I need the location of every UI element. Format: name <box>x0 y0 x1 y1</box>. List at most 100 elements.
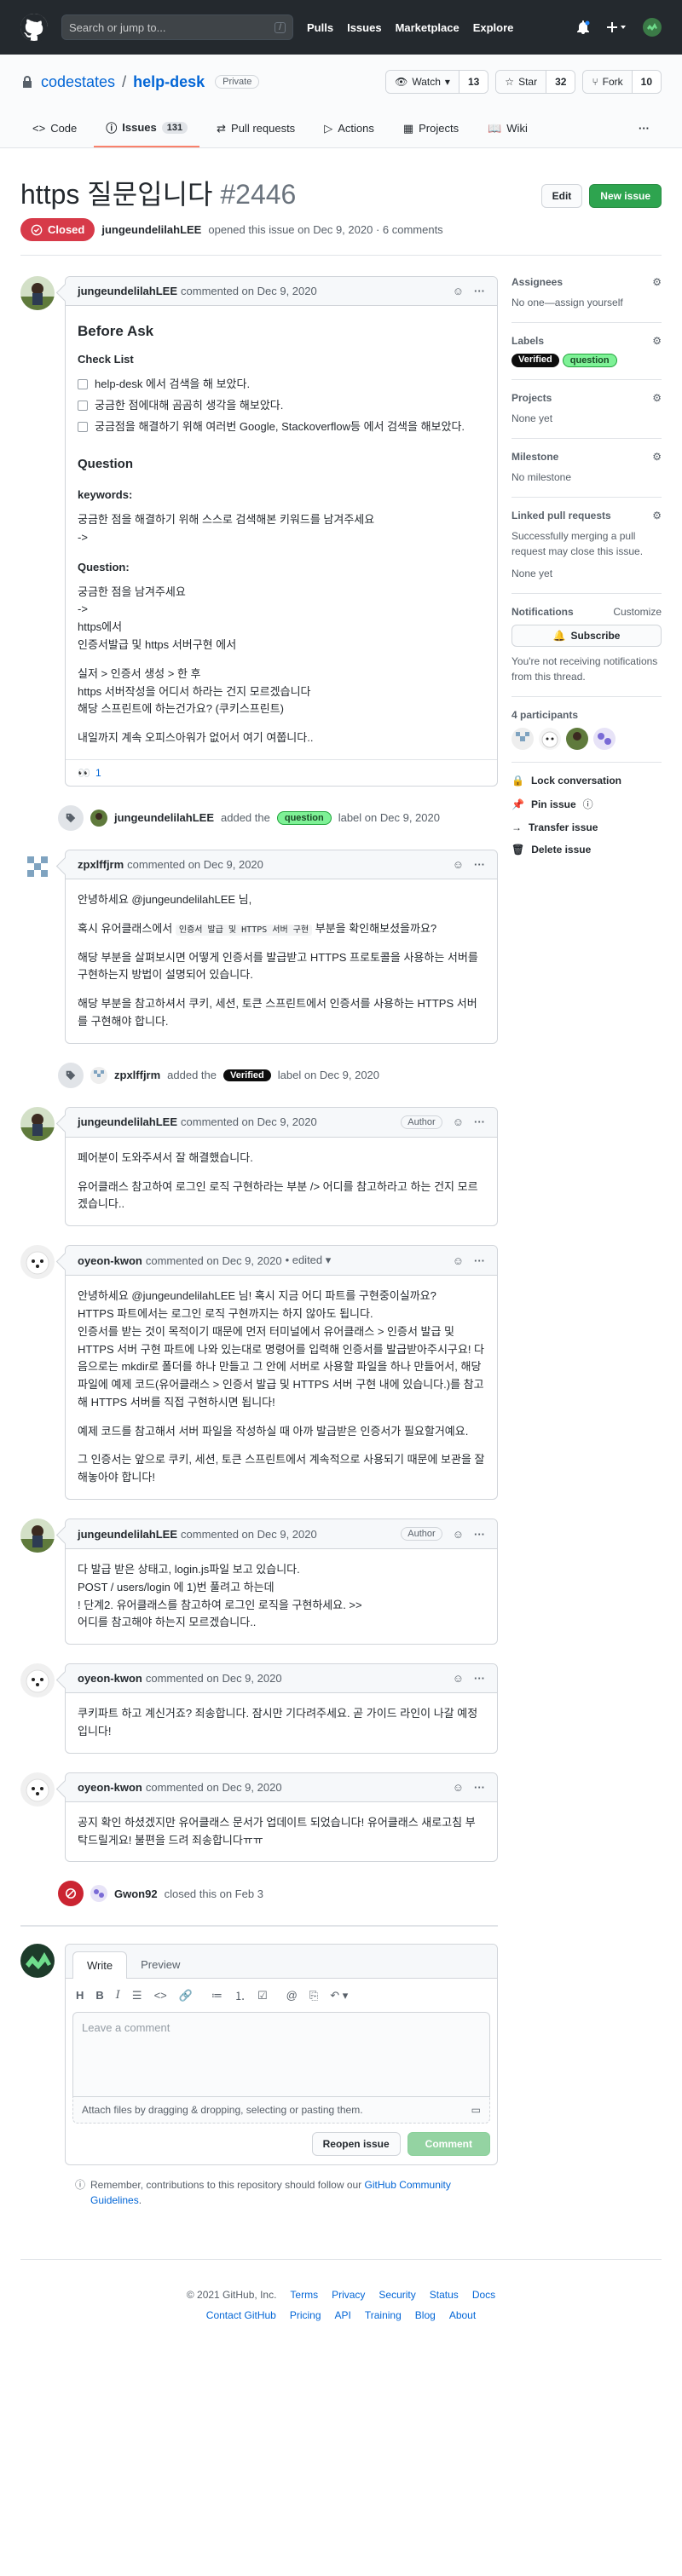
heading-icon[interactable]: H <box>76 1989 84 2002</box>
tab-code[interactable]: <> Code <box>20 112 89 147</box>
avatar[interactable] <box>20 1772 55 1807</box>
fork-count[interactable]: 10 <box>631 71 661 93</box>
star-button[interactable]: ☆ Star 32 <box>495 70 576 94</box>
mention-icon[interactable]: @ <box>286 1989 298 2002</box>
reopen-issue-button[interactable]: Reopen issue <box>311 2132 401 2157</box>
comment-time[interactable]: commented on Dec 9, 2020 <box>146 1672 282 1685</box>
label-question[interactable]: question <box>562 354 617 367</box>
nav-explore[interactable]: Explore <box>473 21 514 34</box>
avatar[interactable] <box>90 1885 107 1903</box>
comment-time[interactable]: commented on Dec 9, 2020 <box>146 1254 282 1267</box>
italic-icon[interactable]: I <box>116 1989 120 2002</box>
avatar[interactable] <box>20 1944 55 1979</box>
footer-link-about[interactable]: About <box>449 2309 476 2321</box>
kebab-menu-icon[interactable]: ··· <box>474 285 485 297</box>
checklist-item[interactable]: 궁금점을 해결하기 위해 여러번 Google, Stackoverflow등 … <box>78 418 485 436</box>
tab-actions[interactable]: ▷ Actions <box>312 112 386 147</box>
github-logo-icon[interactable] <box>20 14 48 41</box>
search-input[interactable]: Search or jump to... / <box>61 14 293 40</box>
fork-button[interactable]: ⑂ Fork 10 <box>582 70 662 94</box>
comment-time[interactable]: commented on Dec 9, 2020 <box>127 858 263 871</box>
edited-dropdown[interactable]: • edited ▾ <box>286 1253 332 1267</box>
footer-link-security[interactable]: Security <box>379 2289 415 2301</box>
nav-marketplace[interactable]: Marketplace <box>396 21 459 34</box>
comment-author[interactable]: jungeundelilahLEE <box>78 1528 177 1541</box>
gear-icon[interactable]: ⚙ <box>652 392 662 404</box>
footer-link-contact[interactable]: Contact GitHub <box>206 2309 276 2321</box>
tab-wiki[interactable]: 📖 Wiki <box>476 112 540 147</box>
label-question[interactable]: question <box>276 810 332 825</box>
kebab-menu-icon[interactable]: ··· <box>474 858 485 871</box>
customize-link[interactable]: Customize <box>613 606 662 618</box>
participant-avatar[interactable] <box>539 728 561 750</box>
footer-link-privacy[interactable]: Privacy <box>332 2289 365 2301</box>
footer-link-terms[interactable]: Terms <box>290 2289 318 2301</box>
comment-author[interactable]: oyeon-kwon <box>78 1781 142 1794</box>
comment-textarea[interactable]: Leave a comment <box>72 2012 490 2098</box>
comment-author[interactable]: zpxlffjrm <box>78 858 124 871</box>
kebab-menu-icon[interactable]: ··· <box>474 1254 485 1267</box>
smiley-icon[interactable]: ☺ <box>453 285 464 297</box>
kebab-menu-icon[interactable]: ··· <box>474 1528 485 1541</box>
footer-link-api[interactable]: API <box>335 2309 351 2321</box>
event-actor[interactable]: jungeundelilahLEE <box>114 811 214 824</box>
repo-name-link[interactable]: help-desk <box>133 73 205 91</box>
smiley-icon[interactable]: ☺ <box>453 858 464 871</box>
code-icon[interactable]: <> <box>154 1989 167 2002</box>
kebab-menu-icon[interactable]: ··· <box>474 1781 485 1794</box>
reaction-eyes-button[interactable]: 👀 1 <box>78 767 101 779</box>
gear-icon[interactable]: ⚙ <box>652 510 662 522</box>
comment-author[interactable]: oyeon-kwon <box>78 1254 142 1267</box>
pin-issue-button[interactable]: 📌 Pin issue ⓘ <box>512 797 662 811</box>
event-actor[interactable]: Gwon92 <box>114 1887 158 1900</box>
link-icon[interactable]: 🔗 <box>179 1989 193 2003</box>
footer-link-training[interactable]: Training <box>365 2309 402 2321</box>
delete-issue-button[interactable]: 🗑 Delete issue <box>512 844 662 856</box>
avatar[interactable] <box>20 1663 55 1698</box>
tab-write[interactable]: Write <box>72 1951 128 1980</box>
comment-time[interactable]: commented on Dec 9, 2020 <box>181 285 317 297</box>
footer-link-docs[interactable]: Docs <box>472 2289 495 2301</box>
user-avatar-icon[interactable] <box>643 18 662 37</box>
repo-owner-link[interactable]: codestates <box>41 73 115 91</box>
tab-projects[interactable]: ▦ Projects <box>391 112 471 147</box>
gear-icon[interactable]: ⚙ <box>652 451 662 463</box>
label-verified[interactable]: Verified <box>512 354 559 367</box>
lock-conversation-button[interactable]: 🔒 Lock conversation <box>512 775 662 787</box>
new-issue-button[interactable]: New issue <box>589 184 662 208</box>
smiley-icon[interactable]: ☺ <box>453 1254 464 1267</box>
more-tabs-icon[interactable]: ··· <box>627 112 662 147</box>
unordered-list-icon[interactable]: ≔ <box>211 1989 223 2003</box>
comment-time[interactable]: commented on Dec 9, 2020 <box>181 1528 317 1541</box>
tab-issues[interactable]: ⓘ Issues 131 <box>94 112 200 147</box>
bold-icon[interactable]: B <box>95 1989 103 2002</box>
label-verified[interactable]: Verified <box>223 1069 271 1081</box>
checklist-item[interactable]: 궁금한 점에대해 곰곰히 생각을 해보았다. <box>78 397 485 415</box>
smiley-icon[interactable]: ☺ <box>453 1781 464 1794</box>
tab-pull-requests[interactable]: ⇄ Pull requests <box>205 112 307 147</box>
plus-dropdown-icon[interactable] <box>605 20 627 34</box>
comment-time[interactable]: commented on Dec 9, 2020 <box>146 1781 282 1794</box>
footer-link-status[interactable]: Status <box>430 2289 459 2301</box>
reply-icon[interactable]: ↶ ▾ <box>330 1989 348 2003</box>
watch-button[interactable]: 👁 Watch ▾ 13 <box>385 70 489 94</box>
subscribe-button[interactable]: 🔔 Subscribe <box>512 625 662 647</box>
participant-avatar[interactable] <box>566 728 588 750</box>
edit-button[interactable]: Edit <box>540 184 583 208</box>
kebab-menu-icon[interactable]: ··· <box>474 1672 485 1685</box>
kebab-menu-icon[interactable]: ··· <box>474 1115 485 1128</box>
comment-author[interactable]: oyeon-kwon <box>78 1672 142 1685</box>
avatar[interactable] <box>20 276 55 310</box>
comment-time[interactable]: commented on Dec 9, 2020 <box>181 1115 317 1128</box>
avatar[interactable] <box>20 1245 55 1280</box>
nav-pulls[interactable]: Pulls <box>307 21 333 34</box>
event-actor[interactable]: zpxlffjrm <box>114 1069 160 1081</box>
comment-button[interactable]: Comment <box>407 2132 490 2157</box>
transfer-issue-button[interactable]: → Transfer issue <box>512 821 662 833</box>
checklist-item[interactable]: help-desk 에서 검색을 해 보았다. <box>78 376 485 394</box>
task-list-icon[interactable]: ☑ <box>257 1989 268 2003</box>
assignees-value[interactable]: No one—assign yourself <box>512 295 662 310</box>
avatar[interactable] <box>20 1519 55 1553</box>
footer-link-pricing[interactable]: Pricing <box>290 2309 321 2321</box>
tab-preview[interactable]: Preview <box>127 1951 194 1978</box>
